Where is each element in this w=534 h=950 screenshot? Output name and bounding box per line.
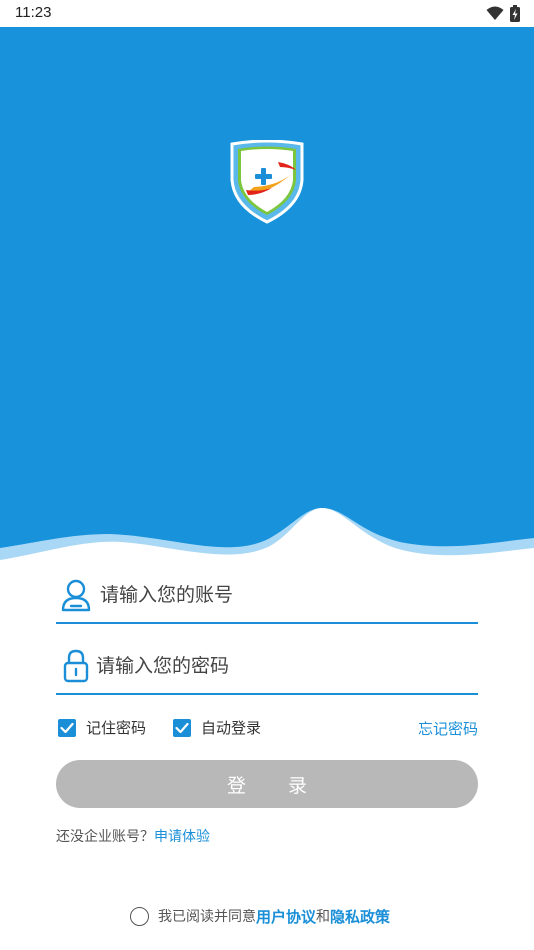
auto-login-label: 自动登录 <box>201 719 262 737</box>
app-logo <box>228 139 306 224</box>
remember-password-checkbox[interactable]: 记住密码 <box>58 717 146 738</box>
privacy-policy-link[interactable]: 隐私政策 <box>330 906 390 927</box>
apply-trial-link[interactable]: 申请体验 <box>154 829 210 845</box>
account-field <box>56 570 478 624</box>
shield-plus-logo <box>230 139 304 224</box>
signup-prompt: 还没企业账号？ <box>56 829 154 845</box>
agreement-prefix: 我已阅读并同意 <box>158 909 256 925</box>
password-input[interactable] <box>96 649 466 683</box>
status-time: 11:23 <box>15 4 52 21</box>
remember-password-label: 记住密码 <box>86 719 147 737</box>
checkbox-checked-icon <box>173 718 191 737</box>
agreement-and: 和 <box>316 909 331 925</box>
forgot-password-link[interactable]: 忘记密码 <box>418 718 478 739</box>
wifi-icon <box>486 6 504 25</box>
signup-row: 还没企业账号？申请体验 <box>56 826 210 846</box>
auto-login-checkbox[interactable]: 自动登录 <box>173 717 261 738</box>
agreement-row: 我已阅读并同意 用户协议和隐私政策 <box>130 905 390 927</box>
login-options: 记住密码 自动登录 忘记密码 <box>58 714 478 742</box>
user-icon <box>60 578 92 612</box>
checkbox-checked-icon <box>58 718 76 737</box>
agreement-radio[interactable] <box>130 906 149 926</box>
header-banner <box>0 27 534 567</box>
status-bar: 11:23 <box>0 0 534 27</box>
password-field <box>56 641 478 695</box>
account-input[interactable] <box>100 578 470 612</box>
user-agreement-link[interactable]: 用户协议 <box>256 906 316 927</box>
lock-icon <box>60 649 92 683</box>
battery-charging-icon <box>510 5 520 26</box>
login-button[interactable]: 登 录 <box>56 760 478 808</box>
status-icons <box>486 5 520 26</box>
wave-divider <box>0 508 534 580</box>
